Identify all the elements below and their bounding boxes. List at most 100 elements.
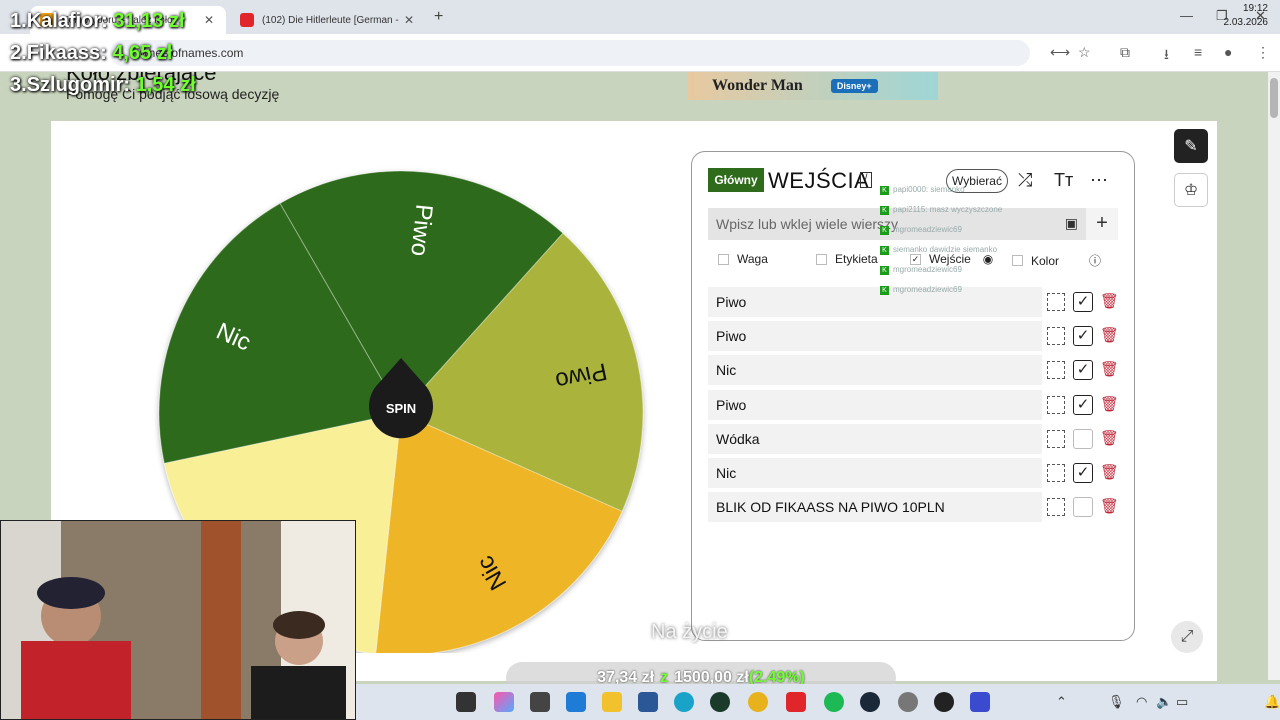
settings-icon[interactable] bbox=[898, 692, 918, 712]
delete-icon[interactable]: 🗑 bbox=[1100, 497, 1119, 515]
checkbox[interactable] bbox=[718, 253, 729, 265]
delete-icon[interactable]: 🗑 bbox=[1100, 463, 1119, 481]
close-tab-icon[interactable]: ✕ bbox=[402, 13, 416, 27]
bookmark-star-icon[interactable]: ☆ bbox=[1078, 44, 1091, 61]
more-icon[interactable]: ⋯ bbox=[1090, 170, 1108, 191]
entry-checkbox[interactable]: ✓ bbox=[1073, 326, 1093, 347]
edit-title-icon[interactable]: / bbox=[860, 172, 872, 188]
fullscreen-icon[interactable]: ⤢ bbox=[1171, 621, 1203, 653]
battery-icon[interactable]: ▭ bbox=[1176, 694, 1188, 710]
entry-checkbox[interactable]: ✓ bbox=[1073, 292, 1093, 312]
page-scrollbar[interactable] bbox=[1268, 72, 1280, 680]
delete-icon[interactable]: 🗑 bbox=[1100, 326, 1119, 344]
chat-message: Kmgromeadziewic69 bbox=[880, 285, 962, 295]
duplicate-icon[interactable] bbox=[1047, 293, 1065, 311]
chrome-icon[interactable] bbox=[748, 692, 768, 712]
spotify-icon[interactable] bbox=[824, 692, 844, 712]
task-view-icon[interactable] bbox=[456, 692, 476, 712]
col-label[interactable]: Etykieta bbox=[816, 252, 878, 266]
checkbox[interactable] bbox=[816, 253, 827, 265]
app-icon[interactable] bbox=[530, 692, 550, 712]
col-weight[interactable]: Waga bbox=[718, 252, 768, 266]
image-icon[interactable]: ▣ bbox=[1065, 215, 1078, 232]
delete-icon[interactable]: 🗑 bbox=[1100, 292, 1119, 310]
app-icon[interactable] bbox=[710, 692, 730, 712]
entry-row[interactable]: Nic bbox=[708, 355, 1042, 386]
duplicate-icon[interactable] bbox=[1047, 429, 1065, 448]
delete-icon[interactable]: 🗑 bbox=[1100, 395, 1119, 413]
col-color[interactable]: Kolor ⓘ bbox=[1012, 252, 1101, 269]
entry-row[interactable]: Nic bbox=[708, 458, 1042, 488]
col-label-label: Etykieta bbox=[835, 252, 878, 266]
spin-label[interactable]: SPIN bbox=[386, 401, 416, 416]
shuffle-icon[interactable]: ⤮ bbox=[1018, 170, 1032, 191]
menu-icon[interactable]: ⋮ bbox=[1256, 44, 1270, 61]
chat-text: siemanko dawidzie siemanko bbox=[893, 245, 998, 254]
tray-chevron-icon[interactable]: ⌃ bbox=[1056, 694, 1067, 710]
close-tab-icon[interactable]: ✕ bbox=[202, 13, 216, 27]
tab-youtube[interactable]: (102) Die Hitlerleute [German - ✕ bbox=[230, 6, 426, 34]
entry-checkbox[interactable]: ✓ bbox=[1073, 394, 1093, 415]
chat-message: Kpapi2115: masz wyczyszczone bbox=[880, 205, 1002, 215]
leader-rank: 2. bbox=[10, 42, 27, 64]
duplicate-icon[interactable] bbox=[1047, 327, 1065, 346]
duplicate-icon[interactable] bbox=[1047, 498, 1065, 517]
wifi-icon[interactable]: ◠ bbox=[1136, 694, 1147, 710]
volume-icon[interactable]: 🔈 bbox=[1156, 694, 1172, 710]
panel-title: WEJŚCIA bbox=[768, 168, 870, 193]
kick-icon: K bbox=[880, 266, 889, 275]
entry-checkbox[interactable]: ✓ bbox=[1073, 360, 1093, 381]
entry-row[interactable]: Piwo bbox=[708, 321, 1042, 352]
delete-icon[interactable]: 🗑 bbox=[1100, 429, 1119, 447]
extensions-icon[interactable]: ⧉ bbox=[1120, 44, 1130, 61]
url-field[interactable]: wheelofnames.com bbox=[110, 40, 1030, 66]
entry-checkbox[interactable] bbox=[1073, 428, 1093, 449]
microphone-icon[interactable]: 🎙 bbox=[1108, 694, 1125, 710]
app-icon[interactable] bbox=[566, 692, 586, 712]
obs-icon[interactable] bbox=[934, 692, 954, 712]
entry-checkbox[interactable]: ✓ bbox=[1073, 463, 1093, 483]
media-icon[interactable]: ≡ bbox=[1194, 44, 1202, 60]
add-entry-icon[interactable]: + bbox=[1086, 208, 1118, 240]
scroll-thumb[interactable] bbox=[1270, 78, 1278, 118]
entry-checkbox[interactable] bbox=[1073, 497, 1093, 518]
download-icon[interactable]: ⭳ bbox=[1164, 44, 1169, 68]
youtube-icon bbox=[240, 13, 254, 27]
text-size-icon[interactable]: Tт bbox=[1054, 170, 1073, 191]
duplicate-icon[interactable] bbox=[1047, 395, 1065, 414]
edge-icon[interactable] bbox=[674, 692, 694, 712]
col-color-label: Kolor bbox=[1031, 253, 1060, 268]
youtube-icon[interactable] bbox=[786, 692, 806, 712]
chat-message: Kmgromeadziewic69 bbox=[880, 265, 962, 275]
store-icon[interactable] bbox=[638, 692, 658, 712]
translate-icon[interactable]: ⟷ bbox=[1050, 44, 1070, 61]
edit-wheel-icon[interactable]: ✎ bbox=[1174, 129, 1208, 163]
app-icon[interactable] bbox=[970, 692, 990, 712]
ad-banner[interactable]: Wonder Man Disney+ bbox=[688, 72, 938, 100]
file-explorer-icon[interactable] bbox=[602, 692, 622, 712]
info-icon[interactable]: ⓘ bbox=[1089, 252, 1101, 269]
entry-row[interactable]: Piwo bbox=[708, 287, 1042, 317]
checkbox[interactable] bbox=[1012, 255, 1023, 266]
tab-title: (102) Die Hitlerleute [German - bbox=[262, 14, 399, 26]
entry-input[interactable]: Wpisz lub wklej wiele wierszy bbox=[716, 216, 898, 232]
group-badge[interactable]: Główny bbox=[708, 168, 764, 192]
delete-icon[interactable]: 🗑 bbox=[1100, 360, 1119, 378]
leaderboard-row: 1.Kalafior: 31,13 zł bbox=[10, 10, 185, 33]
entry-row[interactable]: BLIK OD FIKAASS NA PIWO 10PLN bbox=[708, 492, 1042, 523]
copilot-icon[interactable] bbox=[494, 692, 514, 712]
duplicate-icon[interactable] bbox=[1047, 361, 1065, 380]
entry-row[interactable]: Wódka bbox=[708, 423, 1042, 454]
notification-icon[interactable]: 🔔 bbox=[1264, 694, 1280, 710]
checkbox[interactable]: ✓ bbox=[910, 253, 921, 265]
leader-rank: 3. bbox=[10, 74, 27, 96]
minimize-icon[interactable]: — bbox=[1180, 8, 1193, 23]
duplicate-icon[interactable] bbox=[1047, 464, 1065, 482]
steam-icon[interactable] bbox=[860, 692, 880, 712]
entry-row[interactable]: Piwo bbox=[708, 389, 1042, 420]
taskbar-clock[interactable]: 19:12 2.03.2026 bbox=[1208, 2, 1269, 30]
new-tab-icon[interactable]: + bbox=[434, 8, 443, 26]
browser-tabbar: Koło wyboru – zależ koło ✕ (102) Die Hit… bbox=[0, 0, 1280, 34]
trophy-icon[interactable]: ♔ bbox=[1174, 173, 1208, 207]
profile-icon[interactable]: ● bbox=[1224, 44, 1232, 60]
